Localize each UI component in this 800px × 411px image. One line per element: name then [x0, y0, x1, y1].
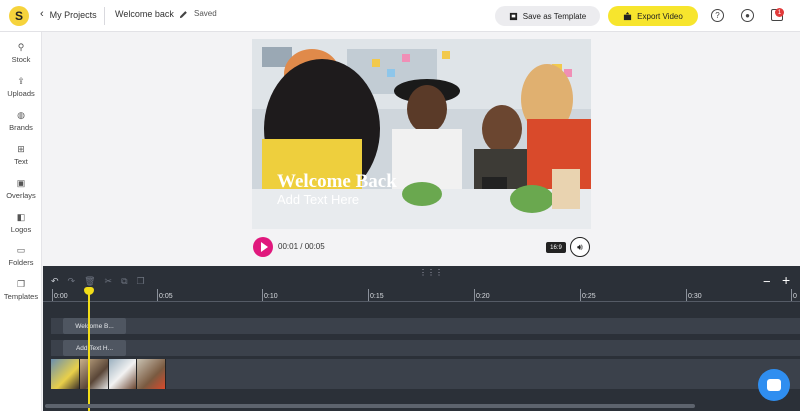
chevron-left-icon: ‹: [40, 8, 44, 20]
sidebar-item-label: Brands: [9, 123, 33, 132]
timeline-scrollbar[interactable]: [45, 404, 695, 408]
sidebar-item-text[interactable]: ⊞ Text: [0, 144, 42, 166]
sidebar-item-label: Templates: [3, 292, 39, 301]
back-label: My Projects: [49, 9, 97, 20]
text-clip[interactable]: Welcome B...: [63, 318, 126, 334]
app-logo[interactable]: S: [9, 6, 29, 26]
resize-grip-icon[interactable]: ⋮⋮⋮: [419, 268, 443, 277]
sidebar-item-label: Overlays: [6, 191, 36, 200]
duplicate-icon[interactable]: ❐: [137, 276, 145, 287]
sidebar-item-folders[interactable]: ▭ Folders: [0, 245, 42, 267]
play-button[interactable]: [253, 237, 273, 257]
sidebar-item-brands[interactable]: ◍ Brands: [0, 110, 42, 132]
ruler-tick: 0:20: [474, 289, 490, 301]
delete-icon[interactable]: 🗑︎: [84, 276, 95, 287]
sidebar-item-label: Uploads: [7, 89, 35, 98]
redo-icon[interactable]: ↷: [68, 276, 76, 287]
ruler-tick: 0:30: [686, 289, 702, 301]
aspect-ratio-button[interactable]: 16:9: [546, 242, 566, 253]
search-icon: ⚲: [17, 42, 25, 52]
left-sidebar: ⚲ Stock ⇪ Uploads ◍ Brands ⊞ Text ▣ Over…: [0, 32, 42, 411]
clip-thumbnail: [108, 359, 138, 389]
question-icon[interactable]: ?: [711, 9, 724, 22]
back-to-projects-link[interactable]: ‹ My Projects: [40, 9, 97, 20]
ruler-tick: 0:15: [368, 289, 384, 301]
sidebar-item-label: Text: [14, 157, 28, 166]
volume-button[interactable]: 🔊︎: [570, 237, 590, 257]
split-icon[interactable]: ✂: [105, 276, 113, 287]
folder-icon: ▭: [16, 245, 26, 255]
timeline-ruler[interactable]: 0:00 0:05 0:10 0:15 0:20 0:25 0:30 0: [43, 288, 800, 302]
overlay-title-text[interactable]: Welcome Back: [277, 171, 397, 193]
zoom-in-button[interactable]: +: [782, 272, 790, 288]
media-track: [51, 359, 800, 389]
undo-icon[interactable]: ↶: [51, 276, 59, 287]
export-video-label: Export Video: [637, 11, 683, 21]
pencil-icon: [179, 10, 187, 18]
ruler-tick: 0:10: [262, 289, 278, 301]
text-track-1: Welcome B...: [51, 318, 800, 334]
sidebar-item-logos[interactable]: ◧ Logos: [0, 212, 42, 234]
clip-thumbnail: [137, 359, 166, 389]
templates-icon: ❐: [16, 279, 26, 289]
text-clip[interactable]: Add Text H...: [63, 340, 126, 356]
top-bar: S ‹ My Projects Welcome back Saved Save …: [0, 0, 800, 32]
logo-letter: S: [14, 9, 23, 23]
save-as-template-label: Save as Template: [522, 11, 587, 21]
text-icon: ⊞: [17, 144, 25, 154]
sidebar-item-overlays[interactable]: ▣ Overlays: [0, 178, 42, 200]
export-icon: [624, 11, 632, 20]
timecode: 00:01 / 00:05: [278, 242, 325, 251]
divider: [104, 7, 105, 25]
sidebar-item-label: Folders: [8, 258, 34, 267]
logo-icon: ◧: [16, 212, 26, 222]
sidebar-item-stock[interactable]: ⚲ Stock: [0, 42, 42, 64]
speaker-icon: 🔊︎: [577, 241, 583, 252]
sidebar-item-label: Logos: [10, 225, 32, 234]
overlay-icon: ▣: [16, 178, 26, 188]
playhead[interactable]: [88, 290, 90, 411]
clip-thumbnail: [51, 359, 80, 389]
sidebar-item-templates[interactable]: ❐ Templates: [0, 279, 42, 301]
chat-support-button[interactable]: [758, 369, 790, 401]
sidebar-item-uploads[interactable]: ⇪ Uploads: [0, 76, 42, 98]
ruler-tick: 0:25: [580, 289, 596, 301]
unlink-icon[interactable]: ⧉: [121, 276, 127, 287]
sidebar-item-label: Stock: [11, 55, 31, 64]
text-track-2: Add Text H...: [51, 340, 800, 356]
template-icon: [509, 12, 517, 20]
project-name-field[interactable]: Welcome back: [115, 9, 188, 19]
zoom-out-button[interactable]: −: [763, 274, 771, 289]
ruler-tick: 0:00: [52, 289, 68, 301]
timeline-toolbar: ↶ ↷ 🗑︎ ✂ ⧉ ❐: [51, 276, 145, 287]
project-name: Welcome back: [115, 9, 174, 19]
user-icon[interactable]: ●: [741, 9, 754, 22]
save-as-template-button[interactable]: Save as Template: [495, 6, 600, 26]
timeline-panel: ⋮⋮⋮ ↶ ↷ 🗑︎ ✂ ⧉ ❐ − + 0:00 0:05 0:10 0:15…: [43, 266, 800, 411]
chat-icon: [767, 379, 781, 391]
clip-thumbnail: [79, 359, 109, 389]
ruler-tick: 0:05: [157, 289, 173, 301]
video-preview[interactable]: Welcome Back Add Text Here: [252, 39, 591, 229]
notification-badge: 1: [775, 8, 784, 17]
upload-icon: ⇪: [17, 76, 25, 86]
palette-icon: ◍: [17, 110, 25, 120]
ruler-tick: 0: [791, 289, 797, 301]
save-status: Saved: [194, 9, 217, 18]
overlay-subtitle-text[interactable]: Add Text Here: [277, 192, 359, 207]
video-clip[interactable]: [51, 359, 166, 389]
export-video-button[interactable]: Export Video: [608, 6, 698, 26]
